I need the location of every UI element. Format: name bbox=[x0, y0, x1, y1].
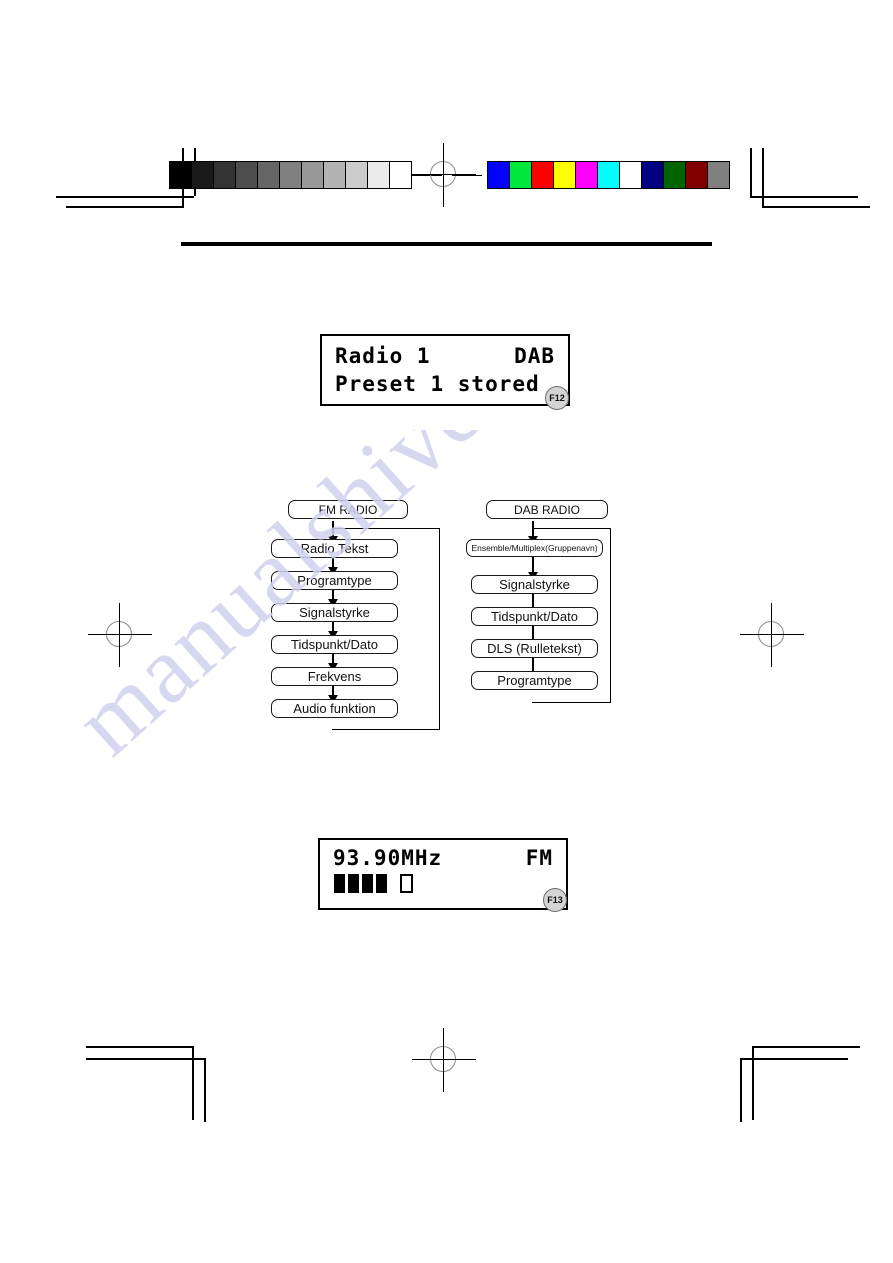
crop-mark-bottom-left bbox=[86, 1030, 206, 1122]
gray-swatch bbox=[192, 162, 214, 188]
gray-swatch bbox=[346, 162, 368, 188]
color-calibration-bar bbox=[487, 161, 730, 189]
signal-block-filled bbox=[348, 874, 359, 893]
gray-swatch bbox=[258, 162, 280, 188]
registration-target-right bbox=[740, 603, 804, 667]
color-swatch bbox=[708, 162, 729, 188]
gray-swatch bbox=[368, 162, 390, 188]
lcd-display-f13: 93.90MHz FM bbox=[318, 838, 568, 910]
flowchart-dab-radio: DAB RADIO Ensemble/Multiplex(Gruppenavn)… bbox=[466, 500, 648, 703]
gray-swatch bbox=[170, 162, 192, 188]
signal-block-gap bbox=[390, 892, 397, 893]
signal-block-empty bbox=[400, 874, 413, 893]
figure-badge-f12: F12 bbox=[545, 386, 569, 410]
color-swatch bbox=[510, 162, 532, 188]
gray-swatch bbox=[214, 162, 236, 188]
signal-block-filled bbox=[376, 874, 387, 893]
flow-fm-loop-line bbox=[332, 528, 440, 730]
figure-badge-f13: F13 bbox=[543, 888, 567, 912]
gray-swatch bbox=[236, 162, 258, 188]
gray-swatch bbox=[302, 162, 324, 188]
registration-target-left bbox=[88, 603, 152, 667]
calibration-tick-right bbox=[452, 175, 482, 176]
lcd-f13-line1-left: 93.90MHz bbox=[333, 846, 443, 870]
signal-block-filled bbox=[334, 874, 345, 893]
crop-mark-bottom-right bbox=[730, 1030, 860, 1122]
color-swatch bbox=[598, 162, 620, 188]
color-swatch bbox=[554, 162, 576, 188]
lcd-f12-line2: Preset 1 stored bbox=[335, 372, 540, 396]
color-swatch bbox=[664, 162, 686, 188]
lcd-f12-line1-right: DAB bbox=[514, 344, 555, 368]
color-swatch bbox=[686, 162, 708, 188]
color-swatch bbox=[576, 162, 598, 188]
manual-page: Radio 1 DAB Preset 1 stored F12 FM RADIO… bbox=[0, 0, 893, 1263]
color-swatch bbox=[488, 162, 510, 188]
lcd-f13-line1-right: FM bbox=[525, 846, 553, 870]
signal-block-filled bbox=[362, 874, 373, 893]
header-rule bbox=[181, 242, 712, 246]
lcd-f13-signal-strength-bars bbox=[334, 874, 413, 893]
registration-target-bottom-center bbox=[412, 1028, 476, 1092]
gray-swatch bbox=[280, 162, 302, 188]
gray-swatch bbox=[390, 162, 411, 188]
flowchart-fm-radio: FM RADIO Radio Tekst Programtype Signals… bbox=[268, 500, 448, 730]
flow-fm-title: FM RADIO bbox=[288, 500, 408, 519]
color-swatch bbox=[642, 162, 664, 188]
grayscale-calibration-bar bbox=[169, 161, 412, 189]
flow-dab-loop-line bbox=[532, 528, 611, 703]
gray-swatch bbox=[324, 162, 346, 188]
color-swatch bbox=[620, 162, 642, 188]
flow-dab-title: DAB RADIO bbox=[486, 500, 608, 519]
crop-mark-top-right bbox=[740, 148, 870, 224]
lcd-display-f12: Radio 1 DAB Preset 1 stored bbox=[320, 334, 570, 406]
color-swatch bbox=[532, 162, 554, 188]
lcd-f12-line1-left: Radio 1 bbox=[335, 344, 431, 368]
